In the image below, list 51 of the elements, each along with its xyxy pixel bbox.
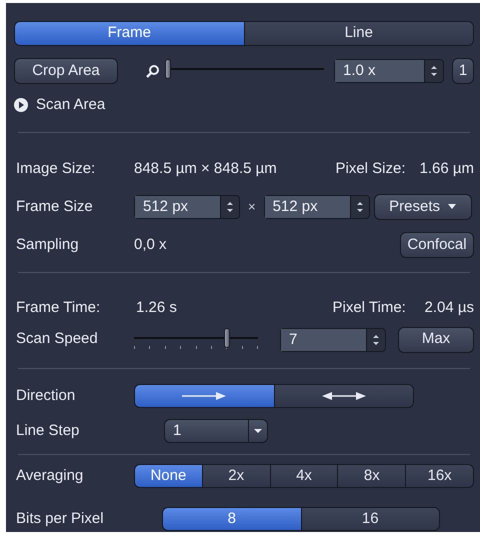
scan-area-toggle[interactable]: Scan Area bbox=[14, 94, 106, 116]
right-arrow-icon bbox=[182, 392, 226, 400]
field-label: Pixel Time: bbox=[332, 298, 407, 318]
averaging-option[interactable]: 2x bbox=[202, 464, 270, 487]
field-label: Line Step bbox=[16, 421, 80, 442]
double-arrow-icon bbox=[322, 392, 366, 400]
field-label: Scan Speed bbox=[16, 329, 99, 350]
field-value: 0,0 x bbox=[134, 234, 167, 255]
field-value: 2.04 µs bbox=[424, 298, 474, 318]
bits-option[interactable]: 16 bbox=[300, 508, 439, 530]
field-label: Sampling bbox=[16, 234, 80, 255]
spin-arrows-icon bbox=[431, 66, 437, 76]
spin-arrows-icon bbox=[356, 202, 363, 212]
line-step-dropdown[interactable]: 1 bbox=[164, 419, 268, 444]
times-sign: × bbox=[248, 198, 256, 216]
field-value: 848.5 µm × 848.5 µm bbox=[134, 158, 277, 179]
max-button[interactable]: Max bbox=[398, 326, 474, 353]
dropdown-caret-icon bbox=[254, 429, 262, 434]
bits-option[interactable]: 8 bbox=[163, 508, 300, 530]
field-label: Direction bbox=[16, 386, 76, 406]
spin-field[interactable]: 512 px bbox=[134, 194, 240, 219]
presets-button[interactable]: Presets bbox=[374, 194, 472, 220]
slider-thumb[interactable] bbox=[224, 328, 230, 348]
mode-tab[interactable]: Frame bbox=[15, 22, 244, 46]
mode-tab[interactable]: Line bbox=[244, 22, 473, 46]
field-label: Averaging bbox=[16, 466, 84, 486]
spin-field[interactable]: 1.0 x bbox=[334, 59, 444, 84]
spin-field[interactable]: 512 px bbox=[264, 194, 370, 219]
field-label: Frame Time: bbox=[16, 298, 102, 318]
averaging-option[interactable]: 8x bbox=[337, 464, 406, 487]
crop-area-button[interactable]: Crop Area bbox=[14, 58, 118, 84]
confocal-button[interactable]: Confocal bbox=[400, 232, 474, 258]
spin-arrows-icon bbox=[373, 334, 379, 345]
expand-icon bbox=[14, 98, 28, 112]
averaging-option[interactable]: 4x bbox=[270, 464, 338, 487]
field-label: Pixel Size: bbox=[336, 158, 407, 179]
direction-option[interactable] bbox=[274, 384, 413, 407]
slider-thumb[interactable] bbox=[165, 59, 171, 80]
field-label: Bits per Pixel bbox=[16, 509, 105, 529]
field-label: Frame Size bbox=[16, 196, 94, 217]
dropdown-caret-icon bbox=[448, 204, 456, 210]
spin-arrows-icon bbox=[227, 202, 233, 212]
averaging-option[interactable]: None bbox=[135, 464, 202, 487]
averaging-option[interactable]: 16x bbox=[405, 464, 473, 487]
direction-option[interactable] bbox=[135, 384, 274, 407]
spin-field[interactable]: 7 bbox=[280, 328, 386, 352]
field-value: 1.66 µm bbox=[420, 158, 474, 179]
reset-zoom-button[interactable]: 1 bbox=[452, 58, 474, 84]
field-label: Image Size: bbox=[16, 158, 96, 179]
search-icon bbox=[146, 64, 160, 78]
field-value: 1.26 s bbox=[136, 298, 177, 318]
